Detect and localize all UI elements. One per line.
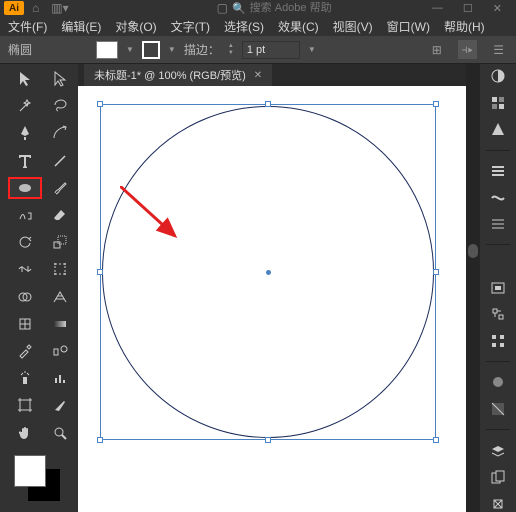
- search-box[interactable]: 🔍: [232, 2, 360, 15]
- gradient-panel-icon[interactable]: [489, 121, 507, 138]
- free-transform-tool[interactable]: [43, 258, 77, 280]
- tool-gutter: [0, 64, 8, 512]
- align-panel-icon[interactable]: [489, 333, 507, 350]
- magic-wand-tool[interactable]: [8, 95, 42, 117]
- slice-tool[interactable]: [43, 394, 77, 416]
- close-button[interactable]: ✕: [493, 2, 502, 15]
- chevron-down-icon[interactable]: ▼: [308, 45, 316, 54]
- eraser-tool[interactable]: [43, 204, 77, 226]
- arrange-icon[interactable]: ▥▾: [51, 1, 68, 15]
- color-panel-icon[interactable]: [489, 68, 507, 85]
- paintbrush-tool[interactable]: [43, 177, 77, 199]
- perspective-tool[interactable]: [43, 286, 77, 308]
- layers-panel-icon[interactable]: [489, 442, 507, 459]
- brushes-panel-icon[interactable]: [489, 189, 507, 206]
- menu-select[interactable]: 选择(S): [224, 18, 264, 35]
- resize-handle[interactable]: [97, 101, 103, 107]
- hand-tool[interactable]: [8, 422, 42, 444]
- swatches-panel-icon[interactable]: [489, 95, 507, 112]
- menu-window[interactable]: 窗口(W): [387, 18, 430, 35]
- links-panel-icon[interactable]: [489, 495, 507, 512]
- center-point: [266, 270, 271, 275]
- menu-view[interactable]: 视图(V): [333, 18, 373, 35]
- resize-handle[interactable]: [433, 101, 439, 107]
- menu-object[interactable]: 对象(O): [115, 18, 156, 35]
- menu-type[interactable]: 文字(T): [171, 18, 210, 35]
- search-input[interactable]: [250, 2, 360, 14]
- zoom-tool[interactable]: [43, 422, 77, 444]
- home-icon[interactable]: ⌂: [32, 1, 39, 15]
- scrollbar-vertical[interactable]: [466, 64, 480, 512]
- shape-builder-tool[interactable]: [8, 286, 42, 308]
- symbols-panel-icon[interactable]: [489, 279, 507, 296]
- menu-bar: 文件(F) 编辑(E) 对象(O) 文字(T) 选择(S) 效果(C) 视图(V…: [0, 16, 516, 36]
- list-icon[interactable]: ☰: [493, 43, 504, 57]
- resize-handle[interactable]: [97, 269, 103, 275]
- panel-icon[interactable]: ▢: [217, 1, 228, 15]
- scroll-thumb[interactable]: [468, 244, 478, 258]
- fill-stroke-swatch[interactable]: [8, 449, 78, 512]
- menu-panel-icon[interactable]: [489, 216, 507, 233]
- type-tool[interactable]: [8, 150, 42, 172]
- appearance-panel-icon[interactable]: [489, 374, 507, 391]
- menu-help[interactable]: 帮助(H): [444, 18, 485, 35]
- stroke-weight-input[interactable]: [242, 41, 300, 59]
- stroke-swatch[interactable]: [142, 41, 160, 59]
- control-bar: 椭圆 ▼ ▼ 描边： ▲▼ ▼ ⊞ ⫞▸ ☰: [0, 36, 516, 64]
- close-tab-icon[interactable]: ✕: [254, 70, 262, 81]
- grid-icon[interactable]: ⊞: [432, 43, 442, 57]
- pen-tool[interactable]: [8, 122, 42, 144]
- bounding-box[interactable]: [100, 104, 436, 440]
- chevron-down-icon[interactable]: ▼: [126, 45, 134, 54]
- menu-effect[interactable]: 效果(C): [278, 18, 319, 35]
- menu-file[interactable]: 文件(F): [8, 18, 47, 35]
- resize-handle[interactable]: [433, 269, 439, 275]
- chevron-down-icon[interactable]: ▼: [168, 45, 176, 54]
- symbol-sprayer-tool[interactable]: [8, 367, 42, 389]
- width-tool[interactable]: [8, 258, 42, 280]
- ellipse-tool[interactable]: [8, 177, 42, 199]
- search-icon: 🔍: [232, 2, 246, 15]
- resize-handle[interactable]: [265, 101, 271, 107]
- artboard-tool[interactable]: [8, 394, 42, 416]
- selection-tool[interactable]: [8, 68, 42, 90]
- mesh-tool[interactable]: [8, 313, 42, 335]
- right-panel: [480, 64, 516, 512]
- resize-handle[interactable]: [433, 437, 439, 443]
- resize-handle[interactable]: [97, 437, 103, 443]
- stroke-stepper[interactable]: ▲▼: [228, 43, 234, 57]
- gradient-tool[interactable]: [43, 313, 77, 335]
- lasso-tool[interactable]: [43, 95, 77, 117]
- column-graph-tool[interactable]: [43, 367, 77, 389]
- transform-panel-icon[interactable]: [489, 306, 507, 323]
- fill-swatch[interactable]: [96, 41, 118, 59]
- maximize-button[interactable]: ☐: [463, 2, 473, 15]
- canvas[interactable]: 100% ▼ |◂ ◂ ▸ ▸|: [78, 86, 466, 512]
- resize-handle[interactable]: [265, 437, 271, 443]
- eyedropper-tool[interactable]: [8, 340, 42, 362]
- stroke-panel-icon[interactable]: [489, 163, 507, 180]
- app-logo: Ai: [4, 1, 24, 15]
- graphic-styles-panel-icon[interactable]: [489, 401, 507, 418]
- fill-front-swatch[interactable]: [14, 455, 46, 487]
- tab-title: 未标题-1* @ 100% (RGB/预览): [94, 67, 246, 83]
- curvature-tool[interactable]: [43, 122, 77, 144]
- document-tab[interactable]: 未标题-1* @ 100% (RGB/预览) ✕: [84, 64, 272, 86]
- line-tool[interactable]: [43, 150, 77, 172]
- minimize-button[interactable]: —: [432, 2, 443, 14]
- stroke-label: 描边：: [184, 41, 220, 58]
- artboards-panel-icon[interactable]: [489, 469, 507, 486]
- rotate-tool[interactable]: [8, 231, 42, 253]
- scale-tool[interactable]: [43, 231, 77, 253]
- align-icon[interactable]: ⫞▸: [458, 40, 477, 59]
- blend-tool[interactable]: [43, 340, 77, 362]
- shape-name-label: 椭圆: [8, 41, 88, 58]
- tool-panel: [8, 64, 78, 512]
- document-tabs: 未标题-1* @ 100% (RGB/预览) ✕: [78, 64, 466, 86]
- direct-selection-tool[interactable]: [43, 68, 77, 90]
- shaper-tool[interactable]: [8, 204, 42, 226]
- menu-edit[interactable]: 编辑(E): [61, 18, 101, 35]
